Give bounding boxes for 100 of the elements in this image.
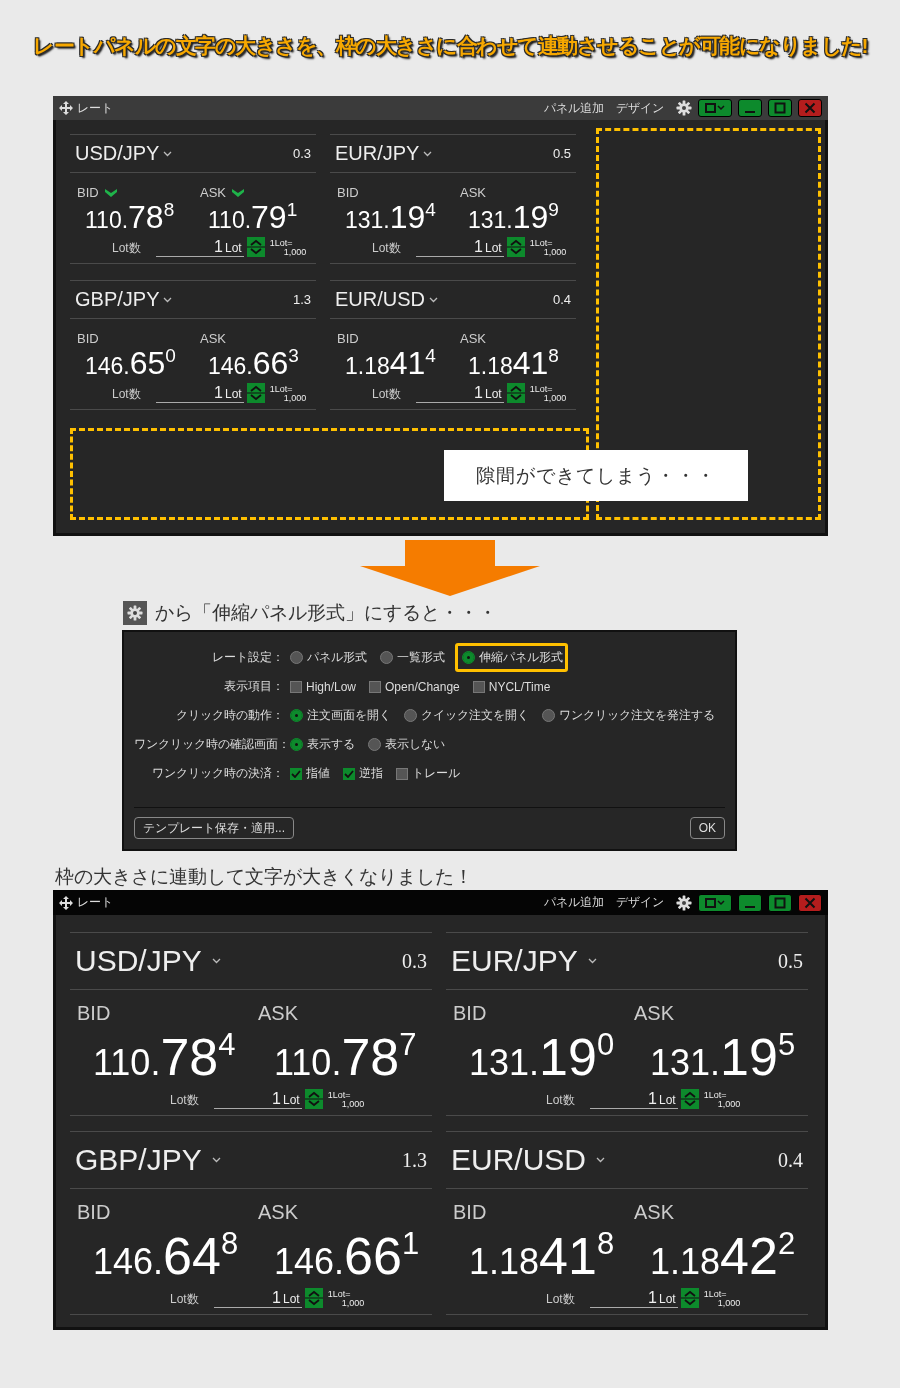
bid-price[interactable]: 131.19$^{0}$ (469, 1029, 615, 1083)
move-icon[interactable] (59, 895, 73, 910)
lot-stepper-icon[interactable] (246, 383, 265, 403)
down-arrow-icon (360, 540, 540, 596)
minimize-button[interactable] (738, 99, 762, 117)
option-label: 指値 (306, 765, 330, 782)
lot-field[interactable]: 1 Lot (155, 384, 244, 403)
radio-option[interactable]: クイック注文を開く (401, 701, 534, 730)
maximize-button[interactable] (768, 99, 792, 117)
bid-price[interactable]: 146.65$^{0}$ (85, 346, 176, 379)
checkbox[interactable] (396, 767, 408, 780)
radio-button[interactable] (404, 709, 417, 722)
lot-stepper-icon[interactable] (246, 237, 265, 257)
lot-size-note: 1Lot= 1,000 (327, 1091, 365, 1109)
ask-price[interactable]: 1.1841$^{8}$ (468, 346, 559, 379)
toolbar-link[interactable]: デザイン (616, 894, 664, 911)
lot-size-note: 1Lot= 1,000 (327, 1290, 365, 1308)
settings-icon[interactable] (676, 100, 692, 116)
radio-option[interactable]: 一覧形式 (377, 643, 450, 672)
checkbox[interactable] (369, 680, 382, 693)
lot-stepper-icon[interactable] (680, 1288, 699, 1308)
ask-price[interactable]: 146.66$^{1}$ (274, 1228, 420, 1282)
dialog-button[interactable]: テンプレート保存・適用... (134, 817, 294, 839)
currency-pair-dropdown[interactable]: EUR/JPY (451, 944, 597, 978)
radio-option[interactable]: 注文画面を開く (287, 701, 396, 730)
lot-size-note: 1Lot= 1,000 (703, 1091, 741, 1109)
checkbox-option[interactable]: 指値 (287, 759, 335, 788)
toolbar-link[interactable]: パネル追加 (544, 894, 604, 911)
radio-option[interactable]: 表示しない (365, 730, 450, 759)
ask-price[interactable]: 131.19$^{9}$ (468, 200, 559, 233)
checkbox-option[interactable]: High/Low (287, 673, 362, 700)
checkbox-option[interactable]: トレール (393, 759, 465, 788)
settings-icon[interactable] (676, 894, 692, 911)
radio-button[interactable] (290, 709, 303, 722)
layout-dropdown-button[interactable] (698, 99, 732, 117)
radio-button[interactable] (542, 709, 555, 722)
lot-stepper-icon[interactable] (506, 383, 525, 403)
callout-note: 隙間ができてしまう・・・ (444, 450, 748, 501)
close-button[interactable] (798, 893, 822, 912)
ask-price[interactable]: 110.78$^{7}$ (274, 1029, 417, 1083)
currency-pair-dropdown[interactable]: GBP/JPY (75, 1143, 221, 1177)
checkbox-option[interactable]: 逆指 (340, 759, 388, 788)
currency-pair-dropdown[interactable]: EUR/JPY (335, 142, 433, 165)
caret-icon (211, 1157, 221, 1163)
radio-option[interactable]: 表示する (287, 730, 360, 759)
lot-field[interactable]: 1 Lot (213, 1289, 302, 1308)
lot-field[interactable]: 1 Lot (415, 238, 504, 257)
currency-pair-dropdown[interactable]: USD/JPY (75, 944, 221, 978)
close-icon (804, 102, 816, 114)
checkbox-option[interactable]: Open/Change (366, 673, 465, 700)
dialog-button[interactable]: OK (689, 817, 725, 839)
ask-price[interactable]: 131.19$^{5}$ (650, 1029, 796, 1083)
minimize-button[interactable] (738, 893, 762, 912)
radio-button[interactable] (290, 738, 303, 751)
radio-button[interactable] (462, 651, 475, 664)
checkbox[interactable] (290, 767, 302, 780)
lot-stepper-icon[interactable] (506, 237, 525, 257)
lot-stepper-icon[interactable] (680, 1089, 699, 1109)
bid-price[interactable]: 1.1841$^{8}$ (469, 1228, 615, 1282)
caret-icon (423, 150, 433, 157)
checkbox[interactable] (290, 680, 302, 693)
ask-label: ASK (634, 1201, 675, 1224)
layout-dropdown-button[interactable] (698, 893, 732, 912)
toolbar-link[interactable]: デザイン (616, 99, 664, 117)
lot-stepper-icon[interactable] (304, 1288, 323, 1308)
radio-button[interactable] (290, 651, 303, 664)
lot-field[interactable]: 1 Lot (213, 1090, 302, 1109)
bid-price[interactable]: 110.78$^{8}$ (85, 200, 175, 233)
maximize-button[interactable] (768, 893, 792, 912)
ask-price[interactable]: 146.66$^{3}$ (208, 346, 299, 379)
checkbox[interactable] (472, 680, 485, 693)
bid-price[interactable]: 131.19$^{4}$ (345, 200, 436, 233)
checkbox[interactable] (343, 767, 355, 780)
lot-field[interactable]: 1 Lot (415, 384, 504, 403)
ask-label: ASK (460, 331, 486, 346)
bid-price[interactable]: 110.78$^{4}$ (93, 1029, 236, 1083)
ask-price[interactable]: 1.1842$^{2}$ (650, 1228, 796, 1282)
radio-option[interactable]: パネル形式 (287, 643, 372, 672)
lot-field[interactable]: 1 Lot (589, 1289, 678, 1308)
toolbar-link[interactable]: パネル追加 (544, 99, 604, 117)
option-label: クイック注文を開く (421, 707, 529, 724)
bid-price[interactable]: 146.64$^{8}$ (93, 1228, 239, 1282)
checkbox-option[interactable]: NYCL/Time (469, 673, 556, 700)
radio-option[interactable]: 伸縮パネル形式 (455, 643, 568, 672)
ask-price[interactable]: 110.79$^{1}$ (208, 200, 298, 233)
lot-stepper-icon[interactable] (304, 1089, 323, 1109)
radio-button[interactable] (380, 651, 393, 664)
lot-field[interactable]: 1 Lot (155, 238, 244, 257)
currency-pair-dropdown[interactable]: EUR/USD (451, 1143, 605, 1177)
currency-pair-dropdown[interactable]: EUR/USD (335, 288, 438, 311)
currency-pair-dropdown[interactable]: GBP/JPY (75, 288, 173, 311)
lot-field[interactable]: 1 Lot (589, 1090, 678, 1109)
radio-button[interactable] (368, 738, 381, 751)
move-icon[interactable] (59, 101, 73, 115)
close-button[interactable] (798, 99, 822, 117)
radio-option[interactable]: ワンクリック注文を発注する (539, 701, 720, 730)
lot-size-note: 1Lot= 1,000 (529, 385, 567, 403)
currency-pair-dropdown[interactable]: USD/JPY (75, 142, 173, 165)
bid-price[interactable]: 1.1841$^{4}$ (345, 346, 436, 379)
caret-icon (429, 296, 438, 303)
